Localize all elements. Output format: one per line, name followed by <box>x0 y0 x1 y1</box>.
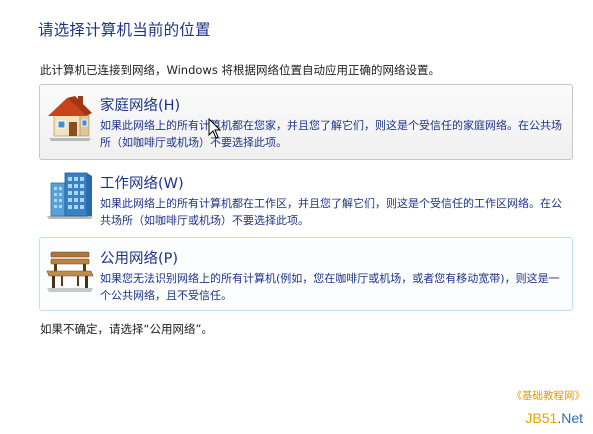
work-network-description: 如果此网络上的所有计算机都在工作区，并且您了解它们，则这是个受信任的工作区网络。… <box>100 197 562 227</box>
work-network-option[interactable]: 工作网络(W) 如果此网络上的所有计算机都在工作区，并且您了解它们，则这是个受信… <box>39 162 573 234</box>
work-network-title: 工作网络(W) <box>100 176 184 192</box>
home-network-description: 如果此网络上的所有计算机都在您家，并且您了解它们，则这是个受信任的家庭网络。在公… <box>100 119 562 149</box>
intro-text: 此计算机已连接到网络，Windows 将根据网络位置自动应用正确的网络设置。 <box>40 63 440 77</box>
public-network-title: 公用网络(P) <box>100 251 179 267</box>
office-building-icon <box>47 172 93 219</box>
watermark-logo-suffix: .Net <box>557 410 583 426</box>
mouse-cursor-icon <box>208 118 222 139</box>
public-network-description: 如果您无法识别网络上的所有计算机(例如，您在咖啡厅或机场，或者您有移动宽带)，则… <box>100 272 560 302</box>
page-title: 请选择计算机当前的位置 <box>38 21 211 39</box>
park-bench-icon <box>46 251 94 292</box>
watermark-text: 《基础教程网》 <box>511 390 586 402</box>
public-network-option[interactable]: 公用网络(P) 如果您无法识别网络上的所有计算机(例如，您在咖啡厅或机场，或者您… <box>39 237 573 311</box>
watermark-logo-prefix: JB51 <box>525 410 558 426</box>
home-network-title: 家庭网络(H) <box>100 98 181 114</box>
footer-hint: 如果不确定，请选择“公用网络”。 <box>40 322 213 336</box>
watermark-logo: JB51.Net <box>525 410 583 426</box>
house-icon <box>48 96 92 141</box>
home-network-option[interactable]: 家庭网络(H) 如果此网络上的所有计算机都在您家，并且您了解它们，则这是个受信任… <box>39 84 573 160</box>
